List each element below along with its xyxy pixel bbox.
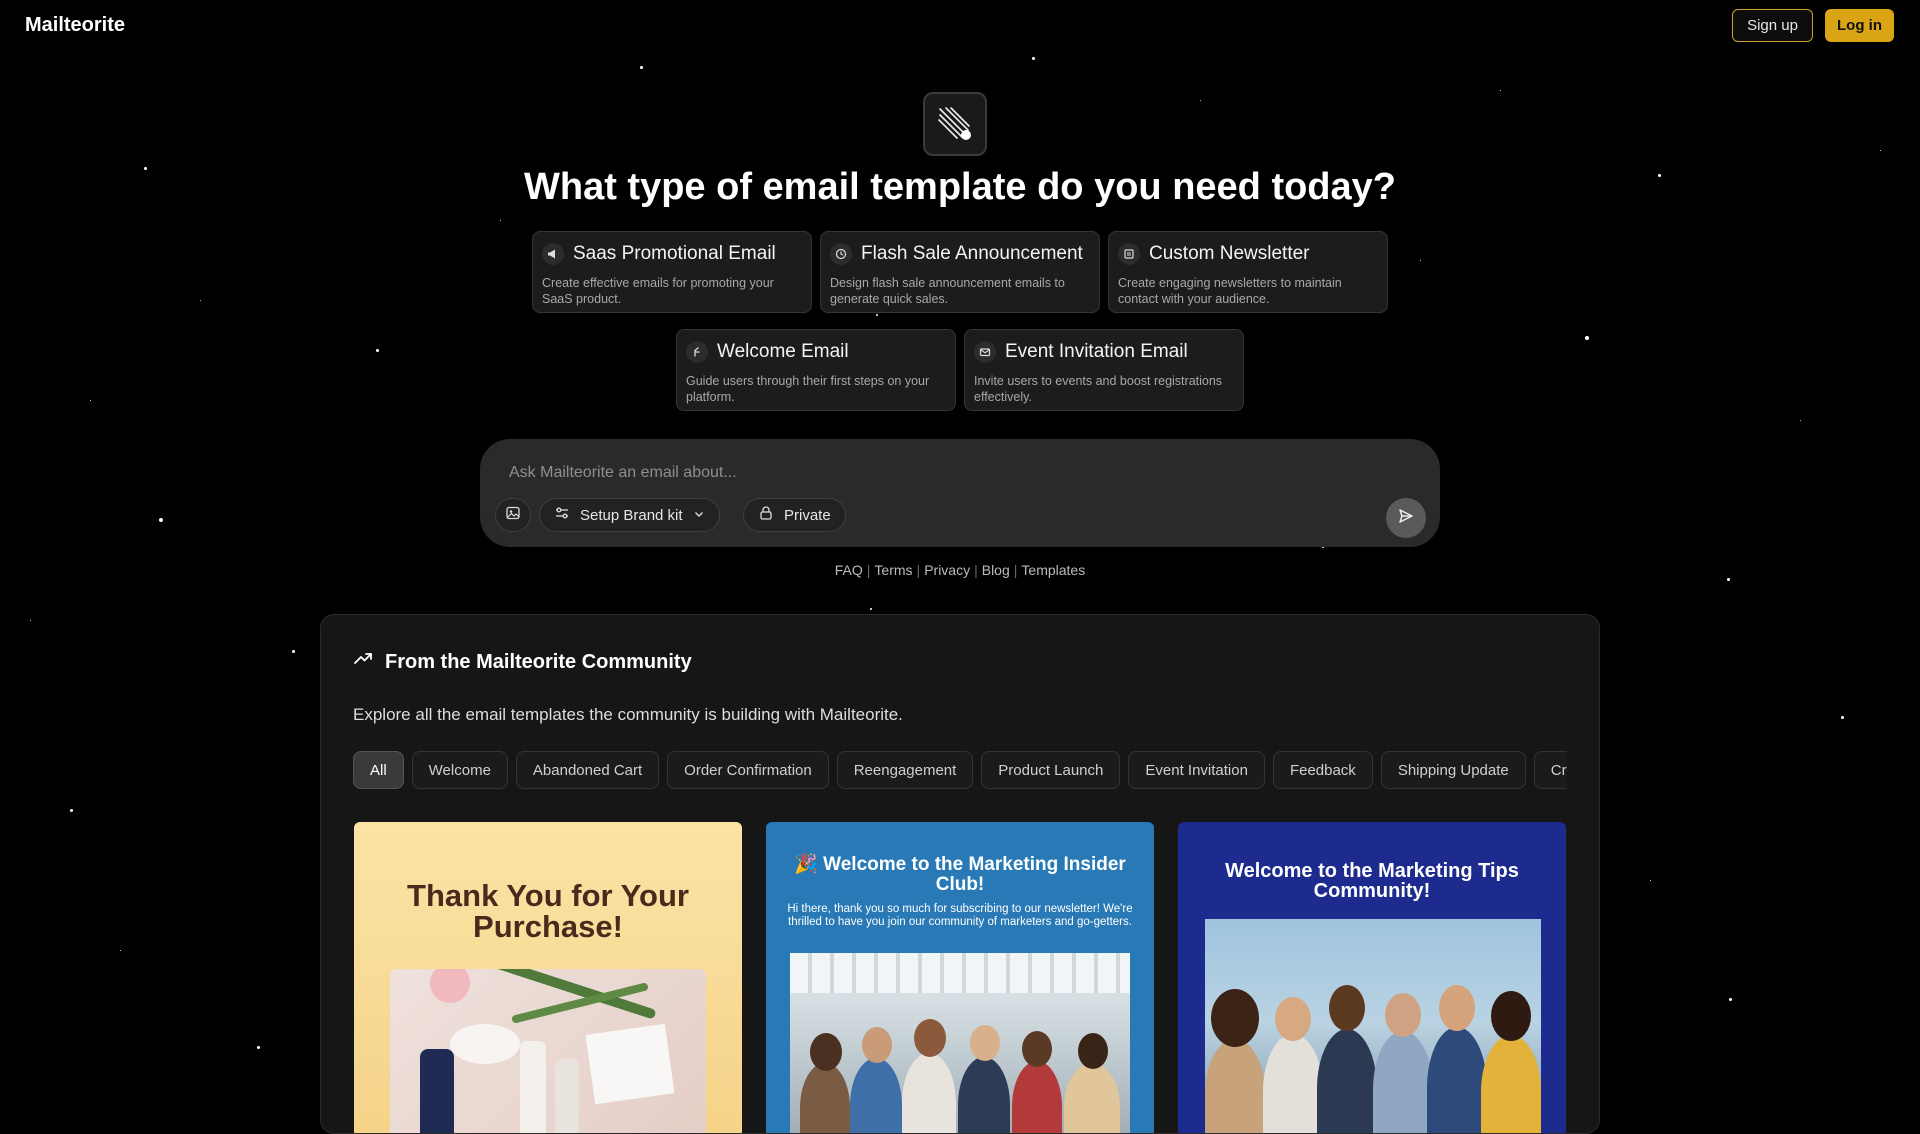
card-title: Flash Sale Announcement <box>861 243 1083 264</box>
star <box>1841 716 1844 719</box>
footer-link-terms[interactable]: Terms <box>874 562 912 578</box>
card-description: Guide users through their first steps on… <box>686 374 930 404</box>
footer-link-privacy[interactable]: Privacy <box>924 562 970 578</box>
star <box>1032 57 1035 60</box>
card-title: Custom Newsletter <box>1149 243 1310 264</box>
star <box>1880 150 1881 151</box>
star <box>1200 100 1201 101</box>
footer-link-blog[interactable]: Blog <box>982 562 1010 578</box>
prompt-box: Setup Brand kit Private <box>480 439 1440 547</box>
star <box>1729 998 1732 1001</box>
star <box>640 66 643 69</box>
filter-chip-more[interactable]: Cr <box>1533 751 1567 789</box>
separator: | <box>916 562 921 578</box>
template-preview-title: Thank You for Your Purchase! <box>407 878 689 944</box>
star <box>159 518 163 522</box>
separator: | <box>974 562 978 578</box>
template-card-newsletter[interactable]: Custom Newsletter Create engaging newsle… <box>1108 231 1388 313</box>
filter-chip-reengagement[interactable]: Reengagement <box>836 751 974 789</box>
filter-chip-event-invitation[interactable]: Event Invitation <box>1128 751 1265 789</box>
star <box>376 349 379 352</box>
card-title: Saas Promotional Email <box>573 243 776 264</box>
card-description: Create effective emails for promoting yo… <box>542 276 774 306</box>
filter-chip-shipping-update[interactable]: Shipping Update <box>1380 751 1526 789</box>
filter-chips: All Welcome Abandoned Cart Order Confirm… <box>353 751 1567 791</box>
card-description: Create engaging newsletters to maintain … <box>1118 276 1342 306</box>
app-logo-icon <box>923 92 987 156</box>
star <box>1585 336 1589 340</box>
template-card-event-invite[interactable]: Event Invitation Email Invite users to e… <box>964 329 1244 411</box>
template-card-flash-sale[interactable]: Flash Sale Announcement Design flash sal… <box>820 231 1100 313</box>
brand-kit-label: Setup Brand kit <box>580 506 683 524</box>
brand-kit-dropdown[interactable]: Setup Brand kit <box>539 498 720 532</box>
community-panel: From the Mailteorite Community Explore a… <box>320 614 1600 1134</box>
newspaper-icon <box>1118 243 1140 265</box>
card-title: Event Invitation Email <box>1005 341 1188 362</box>
star <box>70 809 73 812</box>
template-preview-card[interactable]: Thank You for Your Purchase! <box>354 822 742 1133</box>
trending-up-icon <box>353 649 373 675</box>
star <box>257 1046 260 1049</box>
separator: | <box>1013 562 1018 578</box>
star <box>292 650 295 653</box>
login-button[interactable]: Log in <box>1825 9 1894 42</box>
card-description: Invite users to events and boost registr… <box>974 374 1223 404</box>
product-photo-image <box>390 969 706 1133</box>
template-preview-title: 🎉 Welcome to the Marketing Insider Club! <box>794 854 1126 895</box>
filter-chip-order-confirmation[interactable]: Order Confirmation <box>667 751 829 789</box>
card-description: Design flash sale announcement emails to… <box>830 276 1065 306</box>
footer-link-templates[interactable]: Templates <box>1021 562 1085 578</box>
group-photo-image <box>1205 919 1541 1133</box>
megaphone-icon <box>542 243 564 265</box>
filter-chip-welcome[interactable]: Welcome <box>411 751 508 789</box>
envelope-icon <box>974 341 996 363</box>
star <box>500 220 501 221</box>
sliders-icon <box>554 505 570 525</box>
hand-wave-icon <box>686 341 708 363</box>
privacy-toggle-button[interactable]: Private <box>743 498 846 532</box>
star <box>876 314 878 316</box>
image-upload-button[interactable] <box>495 498 531 532</box>
star <box>1420 260 1421 261</box>
group-photo-image <box>790 953 1130 1133</box>
filter-chip-all[interactable]: All <box>353 751 404 789</box>
template-preview-card[interactable]: 🎉 Welcome to the Marketing Insider Club!… <box>766 822 1154 1133</box>
prompt-input[interactable] <box>507 463 1211 483</box>
community-heading: From the Mailteorite Community <box>353 649 692 675</box>
filter-chip-abandoned-cart[interactable]: Abandoned Cart <box>515 751 660 789</box>
send-button[interactable] <box>1386 498 1426 538</box>
filter-chip-feedback[interactable]: Feedback <box>1272 751 1373 789</box>
footer-link-faq[interactable]: FAQ <box>835 562 863 578</box>
community-subtitle: Explore all the email templates the comm… <box>353 705 903 724</box>
star <box>200 300 201 301</box>
template-preview-card[interactable]: Welcome to the Marketing Tips Community! <box>1178 822 1566 1133</box>
brand-logo-text[interactable]: Mailteorite <box>25 14 125 37</box>
template-card-saas-promo[interactable]: Saas Promotional Email Create effective … <box>532 231 812 313</box>
star <box>90 400 91 401</box>
star <box>1500 90 1501 91</box>
lock-icon <box>758 505 774 525</box>
signup-button[interactable]: Sign up <box>1732 9 1813 42</box>
separator: | <box>866 562 871 578</box>
star <box>1727 578 1730 581</box>
private-label: Private <box>784 506 831 524</box>
footer-links: FAQ | Terms | Privacy | Blog | Templates <box>0 562 1920 578</box>
star <box>870 608 872 610</box>
template-preview-body: Hi there, thank you so much for subscrib… <box>787 903 1133 928</box>
star <box>120 950 121 951</box>
send-icon <box>1397 507 1415 530</box>
chevron-down-icon <box>693 507 705 524</box>
clock-icon <box>830 243 852 265</box>
card-title: Welcome Email <box>717 341 849 362</box>
star <box>30 620 31 621</box>
community-title: From the Mailteorite Community <box>385 650 692 673</box>
page-title: What type of email template do you need … <box>524 166 1396 208</box>
image-icon <box>505 505 521 525</box>
star <box>1800 420 1801 421</box>
template-card-welcome[interactable]: Welcome Email Guide users through their … <box>676 329 956 411</box>
template-preview-title: Welcome to the Marketing Tips Community! <box>1225 860 1519 902</box>
star <box>1650 880 1651 881</box>
filter-chip-product-launch[interactable]: Product Launch <box>981 751 1121 789</box>
